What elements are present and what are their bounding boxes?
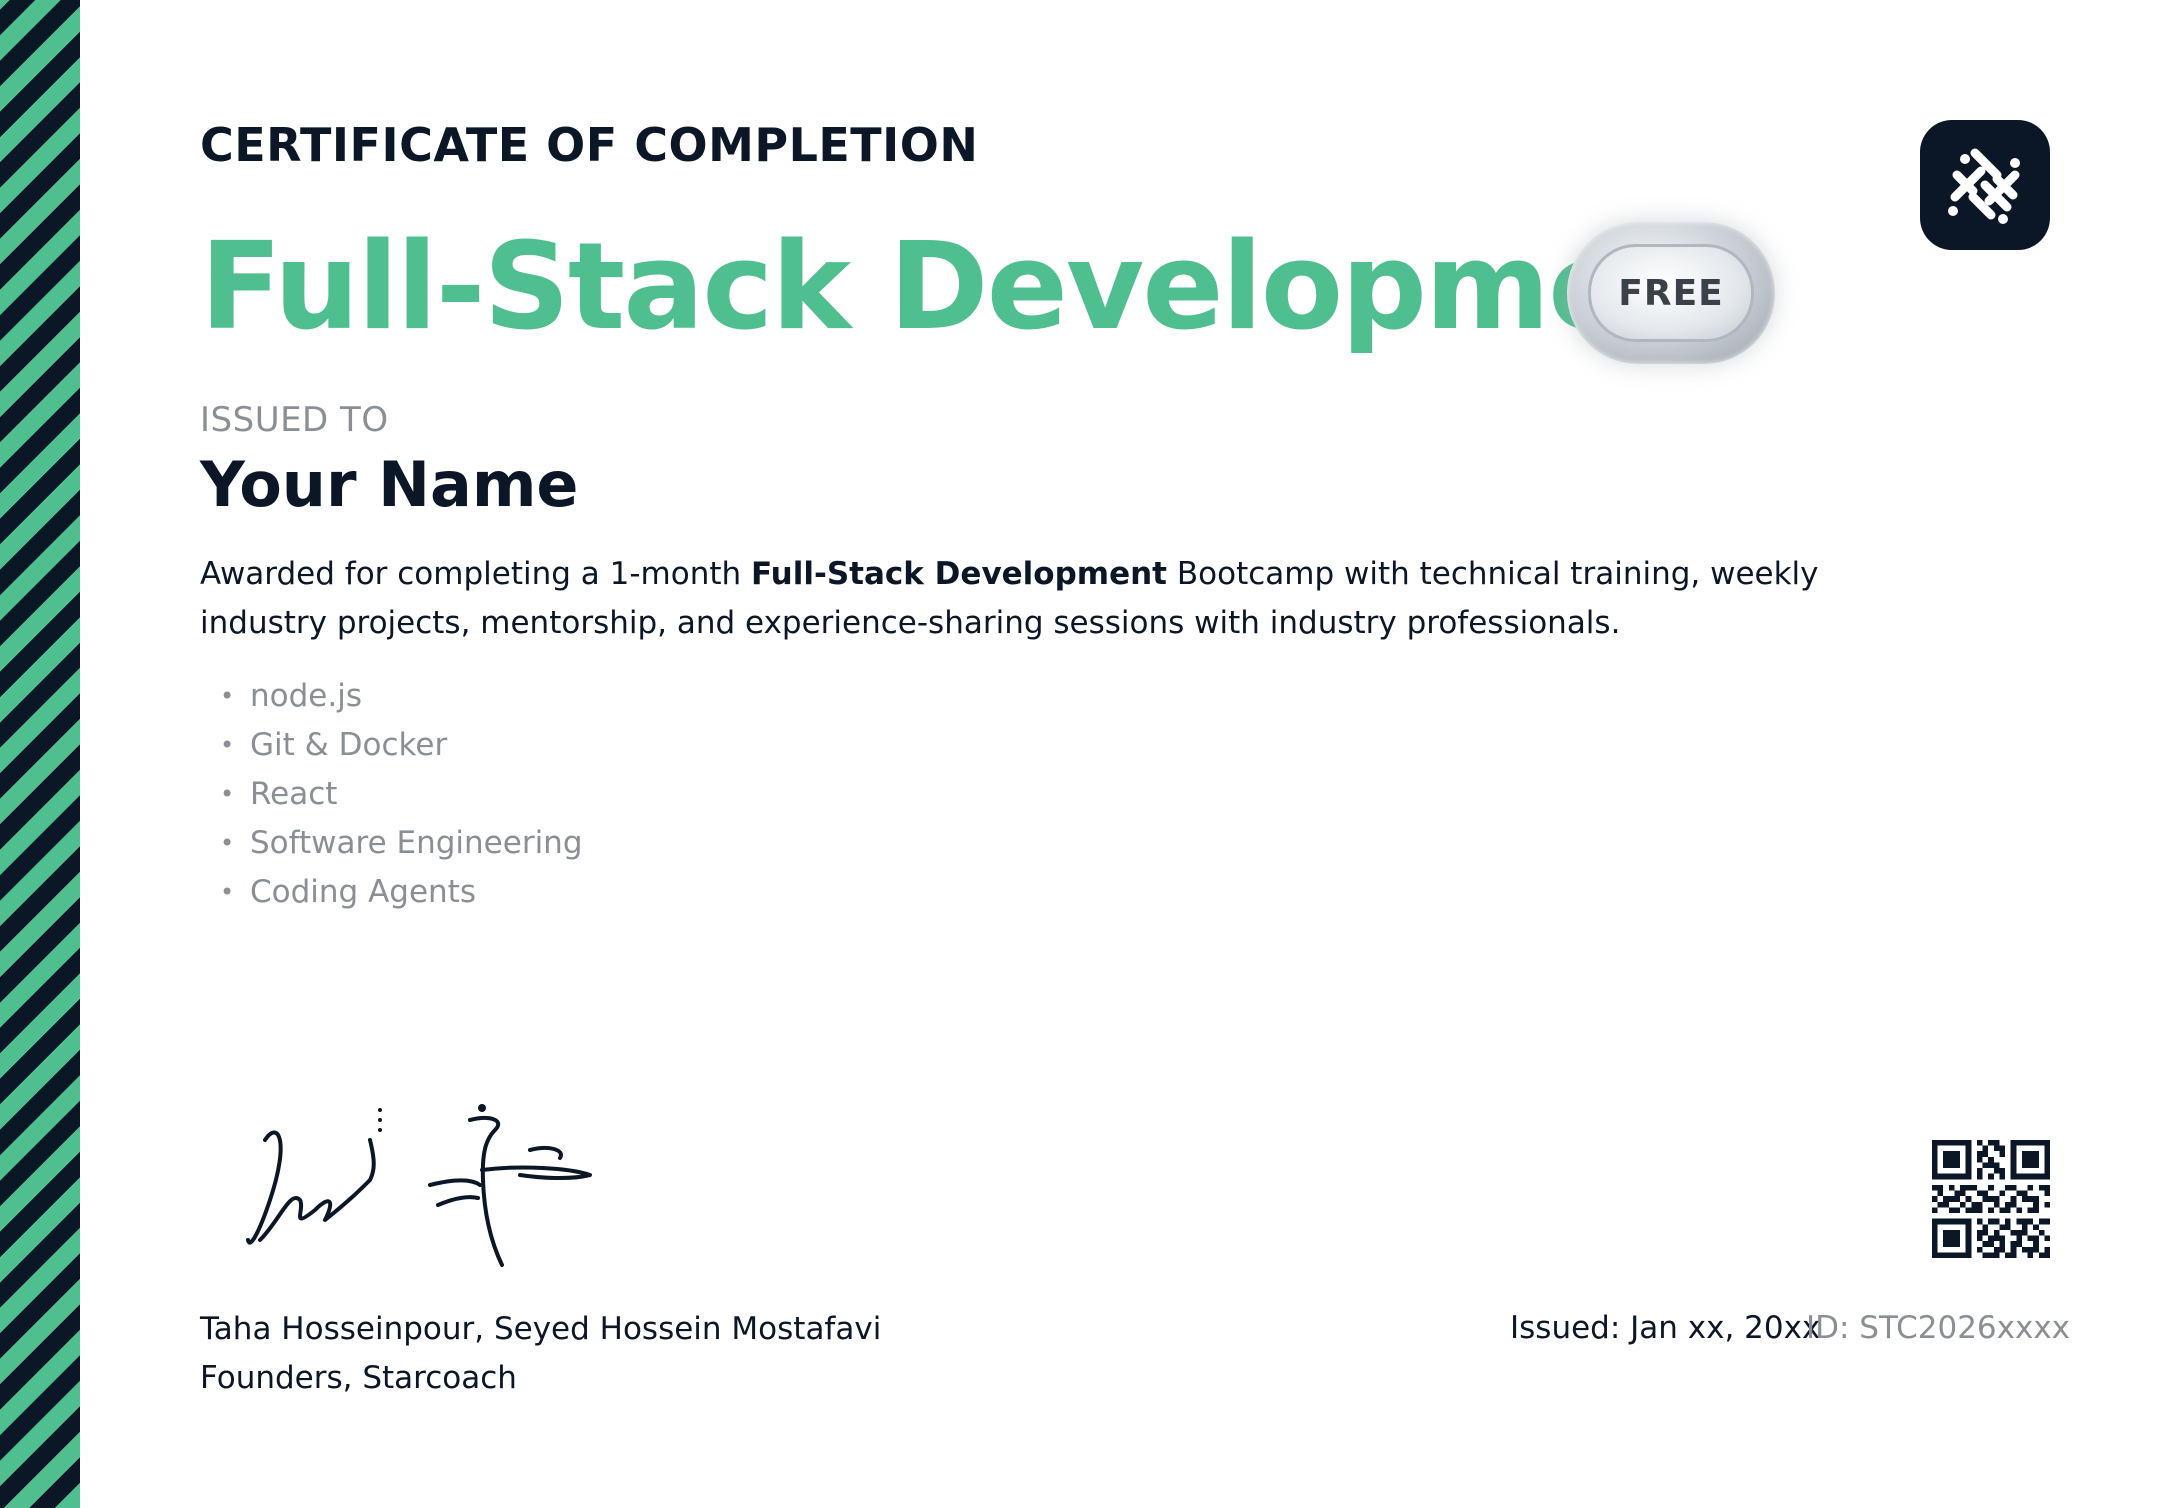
- skill-item: Coding Agents: [220, 868, 583, 917]
- issued-date: Issued: Jan xx, 20xx: [1510, 1310, 1821, 1346]
- issued-to-label: ISSUED TO: [200, 400, 389, 440]
- description-prefix: Awarded for completing a 1-month: [200, 556, 752, 592]
- founder-role: Founders, Starcoach: [200, 1360, 517, 1396]
- decorative-stripe-bar: [0, 0, 80, 1508]
- award-description: Awarded for completing a 1-month Full-St…: [200, 550, 1820, 648]
- free-badge: FREE: [1567, 222, 1775, 364]
- skill-item: React: [220, 770, 583, 819]
- course-title: Full-Stack Development: [200, 218, 1768, 357]
- logo-mark-icon: [1948, 148, 2020, 224]
- skill-item: node.js: [220, 672, 583, 721]
- certificate-id: ID: STC2026xxxx: [1806, 1310, 2071, 1346]
- qr-code-icon: [1932, 1140, 2050, 1258]
- skill-item: Git & Docker: [220, 721, 583, 770]
- starcoach-logo-icon: [1920, 120, 2050, 250]
- free-badge-label: FREE: [1588, 244, 1754, 342]
- certificate-body: CERTIFICATE OF COMPLETION Full-Stack Dev…: [200, 0, 2070, 1508]
- founders-block: Taha Hosseinpour, Seyed Hossein Mostafav…: [200, 1305, 881, 1403]
- skills-list: node.js Git & Docker React Software Engi…: [200, 672, 583, 917]
- founder-signatures: [246, 1104, 592, 1267]
- recipient-name: Your Name: [200, 448, 579, 521]
- description-course-bold: Full-Stack Development: [751, 556, 1168, 592]
- founder-names: Taha Hosseinpour, Seyed Hossein Mostafav…: [200, 1311, 882, 1347]
- skill-item: Software Engineering: [220, 819, 582, 868]
- certificate-heading: CERTIFICATE OF COMPLETION: [200, 118, 979, 172]
